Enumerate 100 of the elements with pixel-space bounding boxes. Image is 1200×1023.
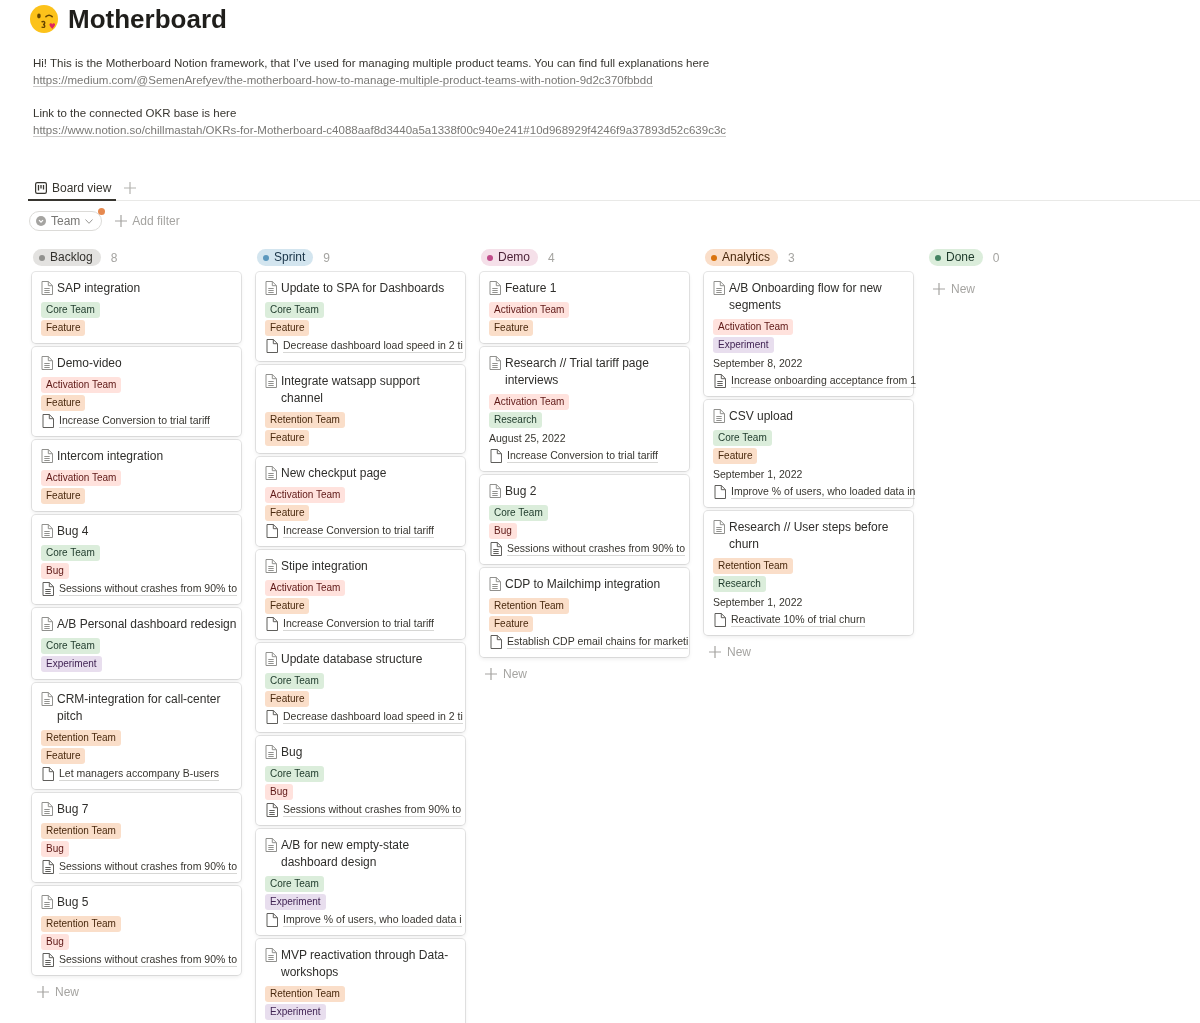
relation-link[interactable]: Increase Conversion to trial tariff: [283, 524, 434, 538]
relation-link[interactable]: Sessions without crashes from 90% to: [59, 860, 237, 874]
tag: Bug: [265, 784, 293, 800]
card-title: New checkput page: [281, 465, 388, 482]
tag: Core Team: [41, 638, 100, 654]
tag: Core Team: [265, 673, 324, 689]
plus-icon[interactable]: [124, 182, 137, 194]
relation-link[interactable]: Increase onboarding acceptance from 1: [731, 374, 917, 388]
board-card[interactable]: CRM-integration for call-center pitch Retention Team Feature Let managers accompany B-users: [32, 683, 241, 789]
tag: Core Team: [41, 545, 100, 561]
tag: Feature: [265, 320, 310, 336]
chevron-circle-icon: [36, 216, 46, 226]
card-title: Update database structure: [281, 651, 424, 668]
board-card[interactable]: CSV upload Core Team Feature September 1, 2022 Improve % of users, who loaded data in: [704, 400, 913, 507]
card-date: September 1, 2022: [713, 467, 803, 482]
tag: Research: [713, 576, 766, 592]
tag: Feature: [41, 748, 86, 764]
board-card[interactable]: Feature 1 Activation Team Feature: [480, 272, 689, 343]
page-icon: [42, 414, 54, 428]
document-icon: [41, 617, 53, 631]
board-icon: [35, 181, 47, 194]
page-icon: [266, 617, 278, 631]
board-card[interactable]: Bug 2 Core Team Bug Sessions without crashes from 90% to: [480, 475, 689, 564]
intro-text: Link to the connected OKR base is here https://www.notion.so/chillmastah/OKRs-for-Motherboard-c4088aaf8d3440a5a1338f00c940e241#10d968929f4246f9a37893d52c639c3c: [33, 106, 728, 139]
relation-link[interactable]: Decrease dashboard load speed in 2 ti: [283, 339, 463, 353]
document-icon: [713, 409, 725, 423]
tag: Feature: [489, 616, 534, 632]
group-name: Demo: [498, 249, 530, 266]
link[interactable]: https://medium.com/@SemenArefyev/the-motherboard-how-to-manage-multiple-product-teams-with-notion-9d2c370fbbdd: [33, 74, 653, 87]
card-title: Bug 7: [57, 801, 90, 818]
page-icon: [714, 485, 726, 499]
document-icon: [42, 582, 54, 596]
card-title: MVP reactivation through Data-workshops: [281, 947, 450, 981]
link[interactable]: https://www.notion.so/chillmastah/OKRs-for-Motherboard-c4088aaf8d3440a5a1338f00c940e241#10d968929f4246f9a37893d52c639c3c: [33, 124, 727, 137]
document-icon: [265, 559, 277, 573]
board-card[interactable]: Research // User steps before churn Retention Team Research September 1, 2022 Reactivate 10% of trial churn: [704, 511, 913, 635]
group-name: Analytics: [722, 249, 771, 266]
board-card[interactable]: CDP to Mailchimp integration Retention Team Feature Establish CDP email chains for marketi: [480, 568, 689, 657]
group-count: 0: [992, 250, 1000, 265]
view-tab[interactable]: Board view: [28, 176, 117, 201]
card-title: Stipe integration: [281, 558, 369, 575]
board-card[interactable]: Demo-video Activation Team Feature Increase Conversion to trial tariff: [32, 347, 241, 436]
document-icon: [265, 652, 277, 666]
document-icon: [265, 745, 277, 759]
document-icon: [41, 524, 53, 538]
filter-chip[interactable]: Team: [29, 211, 103, 231]
tag: Retention Team: [41, 823, 121, 839]
card-title: SAP integration: [57, 280, 142, 297]
board-card[interactable]: Research // Trial tariff page interviews Activation Team Research August 25, 2022 Increase Conversion to trial tariff: [480, 347, 689, 471]
board-card[interactable]: A/B for new empty-state dashboard design Core Team Experiment Improve % of users, who loaded data i: [256, 829, 465, 935]
relation-link[interactable]: Increase Conversion to trial tariff: [283, 617, 434, 631]
card-title: Intercom integration: [57, 448, 165, 465]
relation-link[interactable]: Sessions without crashes from 90% to: [283, 803, 461, 817]
tag: Feature: [489, 320, 534, 336]
relation-link[interactable]: Reactivate 10% of trial churn: [731, 613, 866, 627]
board-card[interactable]: A/B Personal dashboard redesign Core Team Experiment: [32, 608, 241, 679]
relation-link[interactable]: Improve % of users, who loaded data in: [731, 485, 916, 499]
tag: Core Team: [41, 302, 100, 318]
relation-link[interactable]: Sessions without crashes from 90% to: [507, 542, 685, 556]
board-card[interactable]: MVP reactivation through Data-workshops Retention Team Experiment: [256, 939, 465, 1023]
tag: Activation Team: [489, 302, 570, 318]
tag: Retention Team: [713, 558, 793, 574]
board-card[interactable]: Stipe integration Activation Team Feature Increase Conversion to trial tariff: [256, 550, 465, 639]
relation-link[interactable]: Sessions without crashes from 90% to: [59, 953, 237, 967]
document-icon: [41, 802, 53, 816]
relation-link[interactable]: Decrease dashboard load speed in 2 ti: [283, 710, 463, 724]
card-title: A/B for new empty-state dashboard design: [281, 837, 411, 871]
relation-link[interactable]: Increase Conversion to trial tariff: [507, 449, 658, 463]
tag: Activation Team: [489, 394, 570, 410]
board-card[interactable]: Bug 7 Retention Team Bug Sessions without crashes from 90% to: [32, 793, 241, 882]
kissing-face-icon: [30, 5, 58, 33]
relation-link[interactable]: Establish CDP email chains for marketi: [507, 635, 689, 649]
board-card[interactable]: New checkput page Activation Team Feature Increase Conversion to trial tariff: [256, 457, 465, 546]
relation-link[interactable]: Improve % of users, who loaded data i: [283, 913, 462, 927]
tag: Core Team: [265, 766, 324, 782]
page-icon: [266, 524, 278, 538]
group-name: Sprint: [274, 249, 306, 266]
board-card[interactable]: Update database structure Core Team Feature Decrease dashboard load speed in 2 ti: [256, 643, 465, 732]
board-card[interactable]: Bug Core Team Bug Sessions without crashes from 90% to: [256, 736, 465, 825]
board-card[interactable]: Integrate watsapp support channel Retention Team Feature: [256, 365, 465, 453]
board-card[interactable]: SAP integration Core Team Feature: [32, 272, 241, 343]
plus-icon: [485, 668, 497, 680]
card-title: Research // Trial tariff page interviews: [505, 355, 650, 389]
card-title: Integrate watsapp support channel: [281, 373, 421, 407]
board-card[interactable]: Bug 4 Core Team Bug Sessions without crashes from 90% to: [32, 515, 241, 604]
document-icon: [41, 281, 53, 295]
document-icon: [490, 542, 502, 556]
board-card[interactable]: Bug 5 Retention Team Bug Sessions without crashes from 90% to: [32, 886, 241, 975]
card-title: Update to SPA for Dashboards: [281, 280, 446, 297]
document-icon: [265, 281, 277, 295]
relation-link[interactable]: Increase Conversion to trial tariff: [59, 414, 210, 428]
board-card[interactable]: Update to SPA for Dashboards Core Team Feature Decrease dashboard load speed in 2 ti: [256, 272, 465, 361]
relation-link[interactable]: Let managers accompany B-users: [59, 767, 219, 781]
board-card[interactable]: Intercom integration Activation Team Feature: [32, 440, 241, 511]
tag: Bug: [41, 841, 69, 857]
page-icon: [490, 449, 502, 463]
card-date: September 1, 2022: [713, 595, 803, 610]
relation-link[interactable]: Sessions without crashes from 90% to: [59, 582, 237, 596]
card-title: Bug 5: [57, 894, 90, 911]
tag: Retention Team: [265, 412, 345, 428]
